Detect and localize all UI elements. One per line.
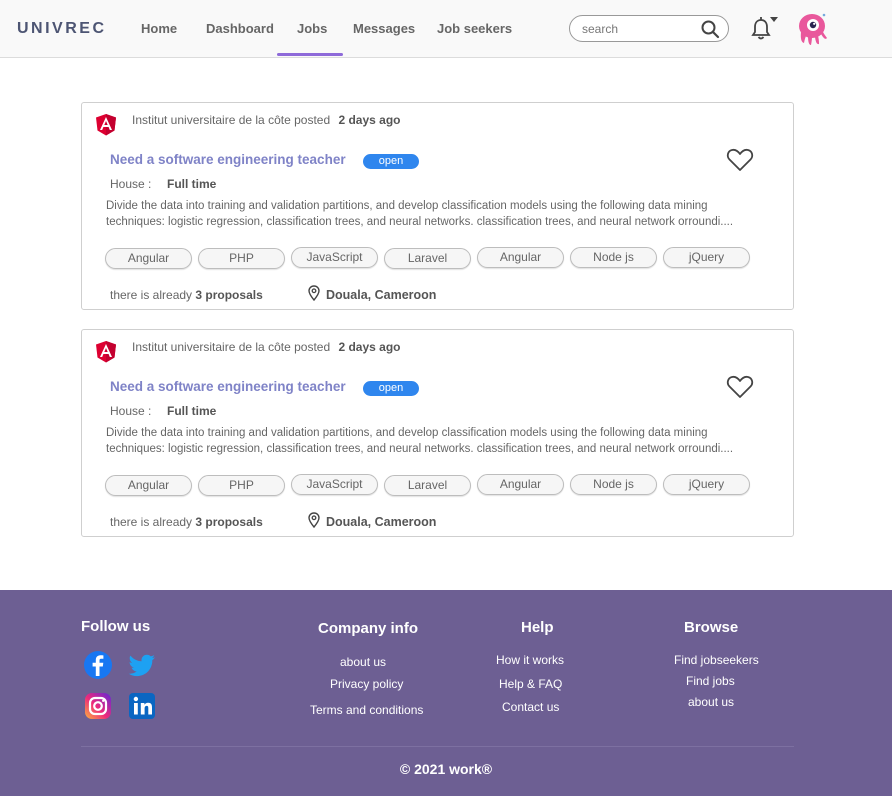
description-line: techniques: logistic regression, classif…	[106, 443, 734, 455]
proposals-count: there is already 3 proposals	[110, 288, 263, 302]
facebook-icon[interactable]	[82, 649, 114, 681]
heart-icon[interactable]	[726, 374, 754, 400]
description-line: Divide the data into training and valida…	[106, 200, 708, 212]
nav-dashboard[interactable]: Dashboard	[206, 21, 274, 36]
proposals-count: there is already 3 proposals	[110, 515, 263, 529]
skill-tag[interactable]: Angular	[477, 474, 564, 495]
job-description: Divide the data into training and valida…	[106, 198, 766, 230]
company-info-heading: Company info	[318, 620, 418, 637]
avatar[interactable]	[796, 12, 828, 46]
search-input[interactable]	[582, 20, 692, 38]
posted-time: 2 days ago	[338, 340, 401, 354]
job-location: Douala, Cameroon	[326, 288, 437, 302]
skill-tag[interactable]: Node js	[570, 474, 657, 495]
instagram-icon[interactable]	[82, 690, 114, 722]
job-description: Divide the data into training and valida…	[106, 425, 766, 457]
twitter-icon[interactable]	[126, 649, 158, 681]
skill-tag[interactable]: Laravel	[384, 248, 471, 269]
skill-tags: Angular PHP JavaScript Laravel Angular N…	[105, 474, 765, 498]
skill-tag[interactable]: Angular	[477, 247, 564, 268]
skill-tag[interactable]: PHP	[198, 475, 285, 496]
skill-tag[interactable]: JavaScript	[291, 247, 378, 268]
search-icon[interactable]	[700, 19, 720, 39]
house-label: House :	[110, 404, 152, 418]
description-line: Divide the data into training and valida…	[106, 427, 708, 439]
angular-logo-icon	[96, 114, 116, 136]
footer-link-find-jobs[interactable]: Find jobs	[686, 674, 735, 688]
skill-tag[interactable]: Laravel	[384, 475, 471, 496]
skill-tag[interactable]: Angular	[105, 475, 192, 496]
company-name: Institut universitaire de la côte	[132, 113, 291, 127]
nav-home[interactable]: Home	[141, 21, 177, 36]
footer-link-contact-us[interactable]: Contact us	[502, 700, 559, 714]
posted-info: Institut universitaire de la côte posted…	[132, 340, 401, 354]
skill-tags: Angular PHP JavaScript Laravel Angular N…	[105, 247, 765, 271]
notification-bell-icon[interactable]	[750, 14, 782, 42]
footer-link-privacy-policy[interactable]: Privacy policy	[330, 677, 403, 691]
job-location: Douala, Cameroon	[326, 515, 437, 529]
job-card[interactable]: Institut universitaire de la côte posted…	[81, 102, 794, 310]
brand-logo[interactable]: UNIVREC	[17, 20, 107, 38]
nav-active-indicator	[277, 53, 343, 56]
posted-time: 2 days ago	[338, 113, 401, 127]
footer: Follow us Company info about us Privacy …	[0, 590, 892, 796]
search-box	[569, 15, 729, 42]
skill-tag[interactable]: PHP	[198, 248, 285, 269]
skill-tag[interactable]: Angular	[105, 248, 192, 269]
nav-jobs[interactable]: Jobs	[297, 21, 327, 36]
house-value: Full time	[167, 404, 217, 418]
status-badge: open	[363, 381, 419, 396]
angular-logo-icon	[96, 341, 116, 363]
proposals-prefix: there is already	[110, 515, 193, 529]
skill-tag[interactable]: jQuery	[663, 474, 750, 495]
location-pin-icon	[308, 285, 320, 301]
follow-us-heading: Follow us	[81, 618, 151, 635]
house-label: House :	[110, 177, 152, 191]
proposals-number: 3 proposals	[195, 288, 263, 302]
footer-link-help-faq[interactable]: Help & FAQ	[499, 677, 562, 691]
proposals-number: 3 proposals	[195, 515, 263, 529]
status-badge: open	[363, 154, 419, 169]
heart-icon[interactable]	[726, 147, 754, 173]
house-value: Full time	[167, 177, 217, 191]
posted-word: posted	[294, 340, 331, 354]
footer-link-how-it-works[interactable]: How it works	[496, 653, 564, 667]
footer-link-about-us[interactable]: about us	[340, 655, 386, 669]
posted-word: posted	[294, 113, 331, 127]
nav-messages[interactable]: Messages	[353, 21, 415, 36]
linkedin-icon[interactable]	[126, 690, 158, 722]
footer-divider	[81, 746, 794, 747]
job-title[interactable]: Need a software engineering teacher	[110, 152, 346, 167]
skill-tag[interactable]: JavaScript	[291, 474, 378, 495]
browse-heading: Browse	[684, 619, 739, 636]
job-card[interactable]: Institut universitaire de la côte posted…	[81, 329, 794, 537]
company-name: Institut universitaire de la côte	[132, 340, 291, 354]
nav-job-seekers[interactable]: Job seekers	[437, 21, 512, 36]
skill-tag[interactable]: Node js	[570, 247, 657, 268]
footer-link-terms[interactable]: Terms and conditions	[310, 703, 423, 717]
description-line: techniques: logistic regression, classif…	[106, 216, 734, 228]
posted-info: Institut universitaire de la côte posted…	[132, 113, 401, 127]
footer-link-about-us-browse[interactable]: about us	[688, 695, 734, 709]
job-title[interactable]: Need a software engineering teacher	[110, 379, 346, 394]
top-navbar: UNIVREC Home Dashboard Jobs Messages Job…	[0, 0, 892, 58]
footer-link-find-jobseekers[interactable]: Find jobseekers	[674, 653, 759, 667]
proposals-prefix: there is already	[110, 288, 193, 302]
help-heading: Help	[521, 619, 554, 636]
location-pin-icon	[308, 512, 320, 528]
copyright: © 2021 work®	[399, 761, 493, 777]
skill-tag[interactable]: jQuery	[663, 247, 750, 268]
